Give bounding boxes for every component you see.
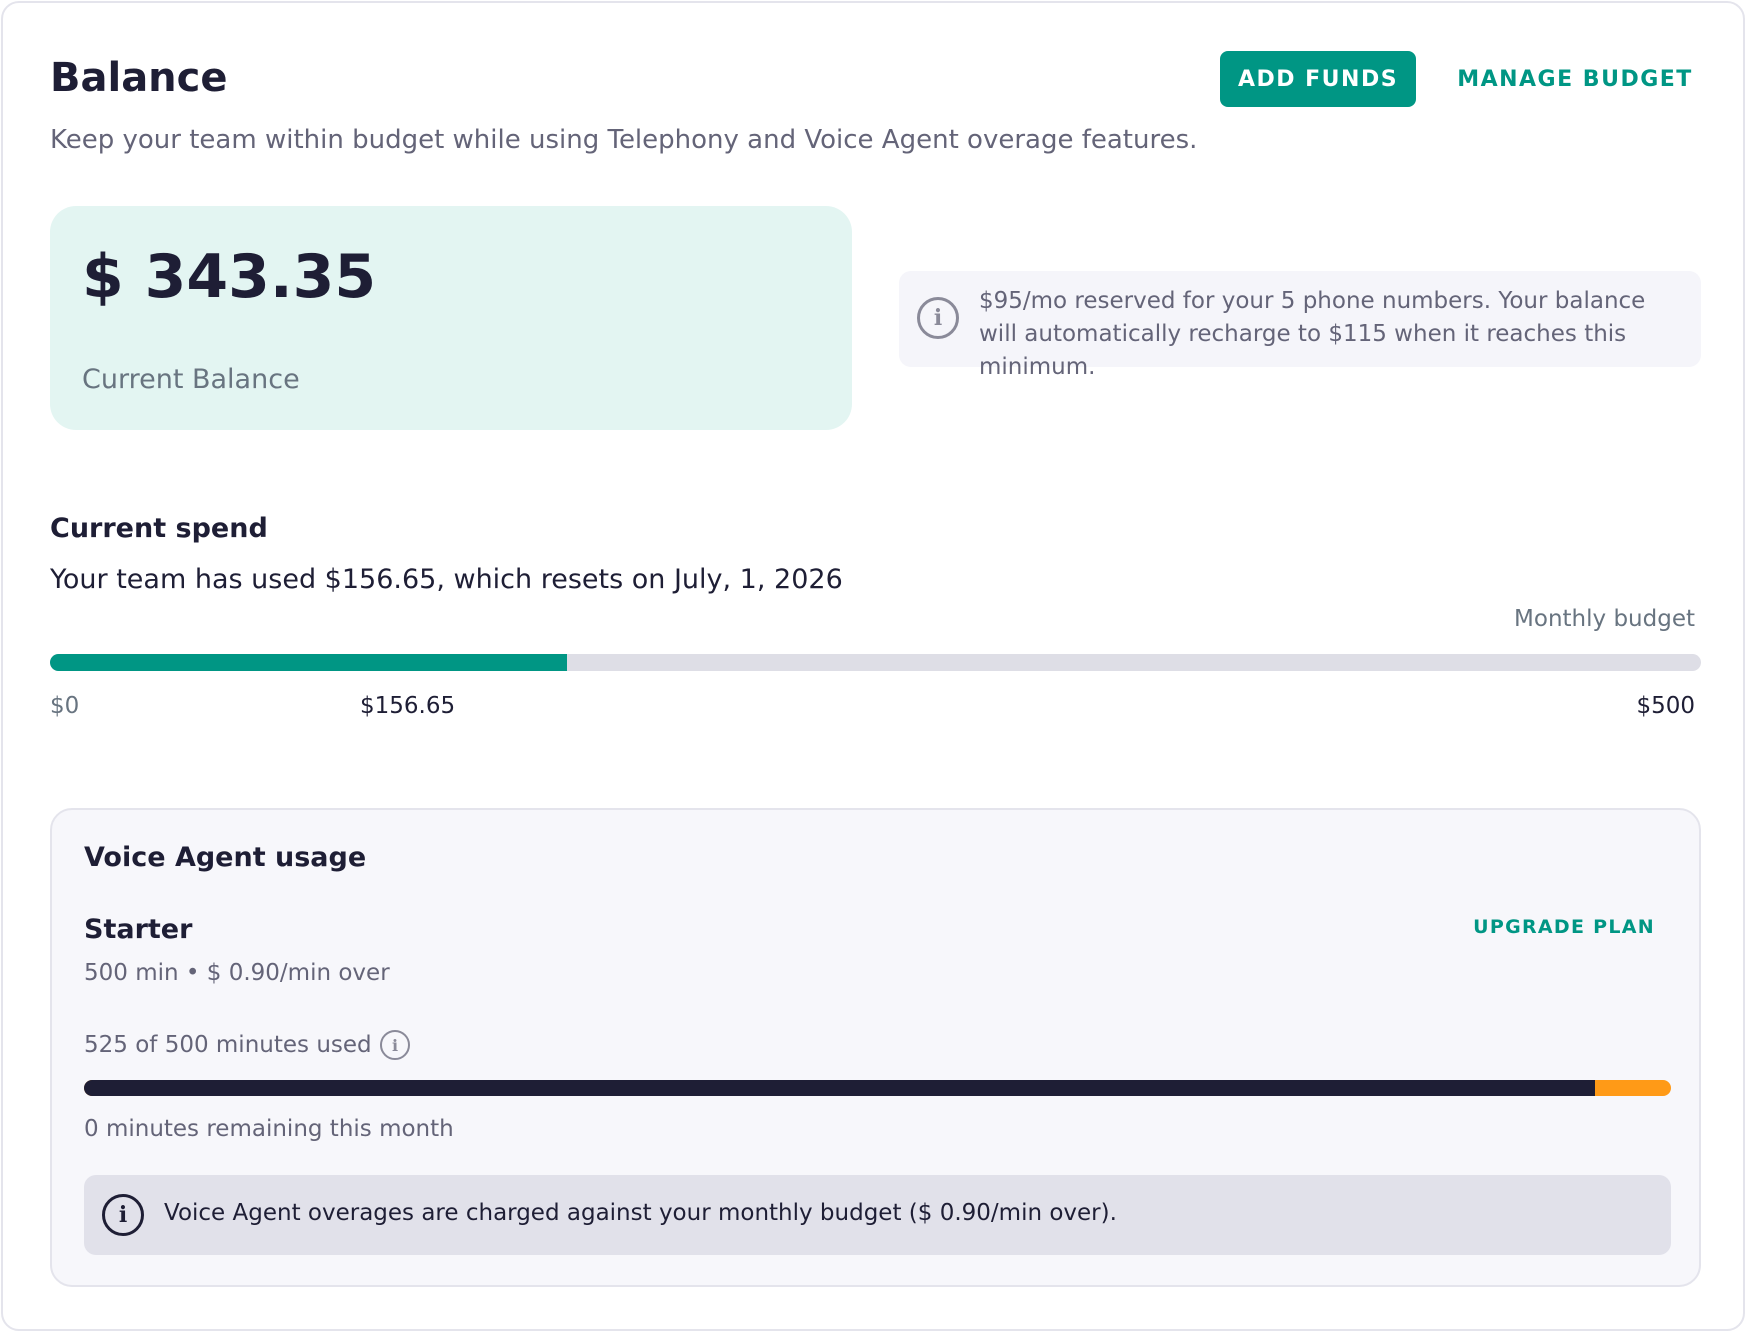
voice-agent-usage-heading: Voice Agent usage xyxy=(84,842,367,873)
balance-card: Balance ADD FUNDS MANAGE BUDGET Keep you… xyxy=(1,1,1745,1331)
current-spend-description: Your team has used $156.65, which resets… xyxy=(50,564,843,595)
plan-name: Starter xyxy=(84,914,193,945)
voice-agent-usage-card: Voice Agent usage Starter UPGRADE PLAN 5… xyxy=(50,808,1701,1287)
balance-amount: $ 343.35 xyxy=(82,242,377,312)
balance-label: Current Balance xyxy=(82,364,300,395)
upgrade-plan-button[interactable]: UPGRADE PLAN xyxy=(1473,916,1655,938)
page-subtitle: Keep your team within budget while using… xyxy=(50,125,1198,155)
spend-progress-bar xyxy=(50,654,1701,671)
page-title: Balance xyxy=(50,55,228,101)
minutes-used-label: 525 of 500 minutes used xyxy=(84,1032,372,1058)
reserve-info-box: i $95/mo reserved for your 5 phone numbe… xyxy=(899,271,1701,380)
spend-min-label: $0 xyxy=(50,693,80,719)
minutes-remaining-label: 0 minutes remaining this month xyxy=(84,1116,454,1142)
reserve-info-text: $95/mo reserved for your 5 phone numbers… xyxy=(979,288,1646,380)
info-icon: i xyxy=(102,1194,144,1236)
minutes-progress-fill xyxy=(84,1080,1596,1096)
minutes-progress-bar xyxy=(84,1080,1671,1096)
current-balance-panel: $ 343.35 Current Balance xyxy=(50,206,852,430)
plan-detail: 500 min • $ 0.90/min over xyxy=(84,960,390,986)
add-funds-button[interactable]: ADD FUNDS xyxy=(1220,51,1416,107)
manage-budget-button[interactable]: MANAGE BUDGET xyxy=(1443,51,1707,107)
current-spend-heading: Current spend xyxy=(50,513,268,544)
overage-notice-text: Voice Agent overages are charged against… xyxy=(164,1200,1117,1226)
spend-used-label: $156.65 xyxy=(360,693,456,719)
spend-progress-fill xyxy=(50,654,568,671)
minutes-info-icon[interactable]: i xyxy=(380,1030,410,1060)
spend-max-label: $500 xyxy=(1636,693,1695,719)
monthly-budget-label: Monthly budget xyxy=(1514,606,1695,632)
overage-notice: i Voice Agent overages are charged again… xyxy=(84,1175,1671,1255)
info-icon: i xyxy=(917,297,959,339)
